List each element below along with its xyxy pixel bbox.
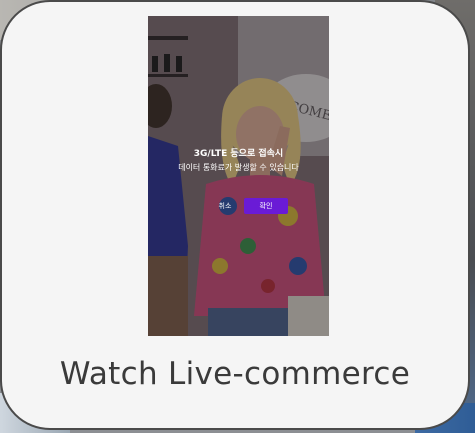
video-dim-overlay xyxy=(148,16,329,336)
cancel-button[interactable]: 취소 xyxy=(210,198,240,214)
dialog-line-1: 3G/LTE 등으로 접속시 xyxy=(193,149,284,159)
data-usage-dialog: 3G/LTE 등으로 접속시 데이터 통화료가 발생할 수 있습니다 xyxy=(148,148,329,174)
confirm-button[interactable]: 확인 xyxy=(244,198,288,214)
dialog-line-2: 데이터 통화료가 발생할 수 있습니다 xyxy=(178,163,299,172)
card-caption: Watch Live-commerce xyxy=(59,356,411,392)
live-video-thumbnail[interactable]: LCOME 3G/LTE 등으로 접속시 데이터 통화료가 발생할 수 있습니다… xyxy=(148,16,329,336)
live-commerce-card[interactable]: LCOME 3G/LTE 등으로 접속시 데이터 통화료가 발생할 수 있습니다… xyxy=(0,0,470,430)
dialog-buttons: 취소 확인 xyxy=(148,198,329,214)
